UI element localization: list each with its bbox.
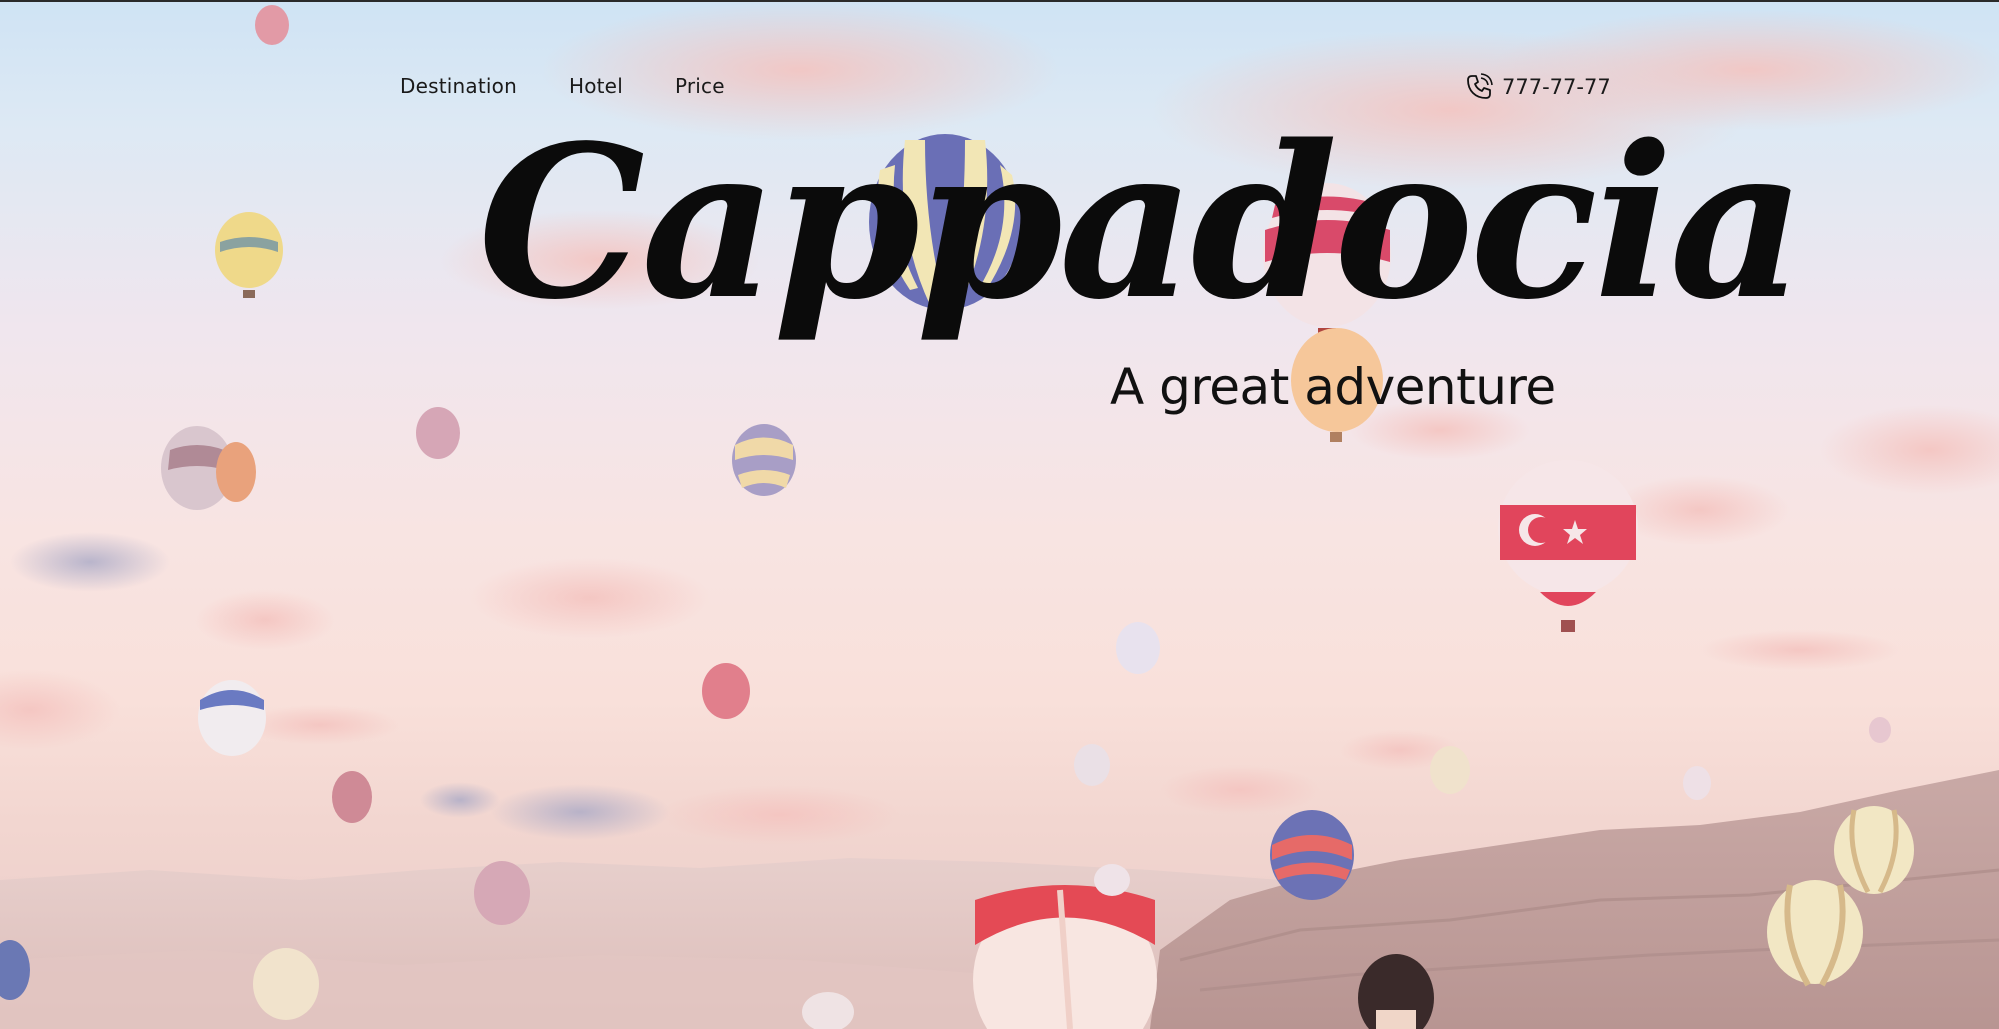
- phone-icon: [1464, 72, 1494, 102]
- balloon: [1430, 746, 1470, 794]
- balloon: [1094, 864, 1130, 896]
- nav-link-price[interactable]: Price: [675, 74, 725, 98]
- balloon: [1116, 622, 1160, 674]
- balloon: [1074, 744, 1110, 786]
- balloon: [215, 212, 283, 298]
- balloon: [253, 948, 319, 1020]
- phone-contact[interactable]: 777-77-77: [1464, 72, 1611, 102]
- hero-title: Cappadocia: [478, 99, 1806, 346]
- balloon: [1683, 766, 1711, 800]
- balloon: [1270, 810, 1354, 900]
- balloon: [702, 663, 750, 719]
- nav-link-hotel[interactable]: Hotel: [569, 74, 623, 98]
- balloon: [1498, 460, 1638, 632]
- balloon: [973, 885, 1157, 1029]
- hero-section: Destination Hotel Price 777-77-77 Cappad…: [0, 0, 1999, 1029]
- balloon: [216, 442, 256, 502]
- balloon: [416, 407, 460, 459]
- main-navigation: Destination Hotel Price: [400, 74, 725, 98]
- balloon: [474, 861, 530, 925]
- balloon: [1834, 806, 1914, 894]
- nav-link-destination[interactable]: Destination: [400, 74, 517, 98]
- balloon: [1869, 717, 1891, 743]
- balloon: [255, 5, 289, 45]
- phone-number: 777-77-77: [1502, 75, 1611, 99]
- balloon: [198, 680, 266, 756]
- balloon: [732, 424, 796, 496]
- hero-subtitle: A great adventure: [1110, 358, 1556, 416]
- balloon: [332, 771, 372, 823]
